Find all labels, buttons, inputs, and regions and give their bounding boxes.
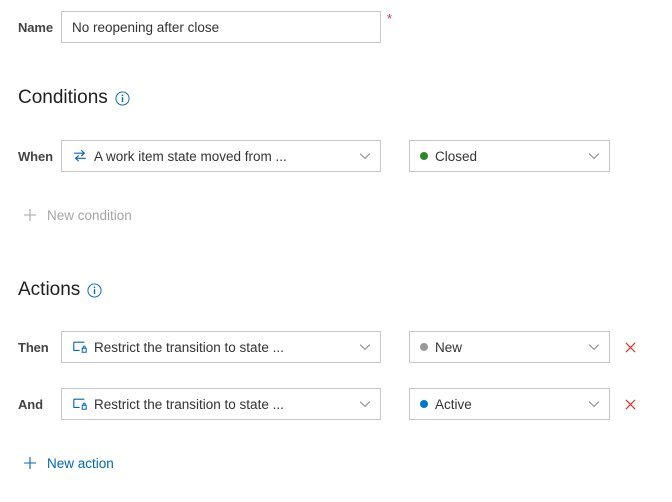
- condition-rule-dropdown[interactable]: A work item state moved from ...: [61, 140, 381, 172]
- state-dot: [420, 152, 428, 160]
- action-row-label: And: [18, 396, 43, 412]
- chevron-down-icon: [358, 340, 372, 354]
- chevron-down-icon: [358, 397, 372, 411]
- condition-value-text: Closed: [435, 148, 478, 164]
- action-row-label: Then: [18, 339, 49, 355]
- info-icon[interactable]: [87, 282, 102, 298]
- required-asterisk: *: [387, 11, 393, 26]
- actions-heading-text: Actions: [18, 279, 81, 300]
- chevron-down-icon: [587, 340, 601, 354]
- action-rule-dropdown[interactable]: Restrict the transition to state ...: [61, 331, 381, 363]
- action-row: Then Restrict the transition to state ..…: [0, 331, 640, 363]
- delete-action-button[interactable]: [620, 337, 640, 357]
- chevron-down-icon: [587, 149, 601, 163]
- action-value-text: New: [435, 339, 463, 355]
- actions-section-heading: Actions: [18, 279, 102, 301]
- chevron-down-icon: [358, 149, 372, 163]
- new-condition-label: New condition: [47, 207, 132, 223]
- action-value-dropdown[interactable]: New: [409, 331, 610, 363]
- restrict-transition-icon: [72, 339, 88, 355]
- action-rule-dropdown[interactable]: Restrict the transition to state ...: [61, 388, 381, 420]
- action-row: And Restrict the transition to state ...…: [0, 388, 640, 420]
- state-dot: [420, 400, 428, 408]
- condition-row: When A work item state moved from ... Cl…: [0, 140, 610, 172]
- chevron-down-icon: [587, 397, 601, 411]
- new-action-button[interactable]: New action: [22, 455, 114, 471]
- name-input[interactable]: [61, 11, 381, 43]
- new-condition-button[interactable]: New condition: [22, 207, 132, 223]
- condition-row-label: When: [18, 148, 53, 164]
- action-value-dropdown[interactable]: Active: [409, 388, 610, 420]
- new-action-label: New action: [47, 455, 114, 471]
- condition-rule-text: A work item state moved from ...: [94, 148, 287, 164]
- restrict-transition-icon: [72, 396, 88, 412]
- plus-icon: [22, 207, 38, 223]
- conditions-heading-text: Conditions: [18, 87, 108, 108]
- conditions-section-heading: Conditions: [18, 87, 130, 109]
- action-rule-text: Restrict the transition to state ...: [94, 396, 284, 412]
- close-icon: [625, 399, 635, 409]
- state-dot: [420, 343, 428, 351]
- info-icon[interactable]: [115, 90, 130, 106]
- action-value-text: Active: [435, 396, 472, 412]
- transition-arrows-icon: [72, 148, 88, 164]
- close-icon: [625, 342, 635, 352]
- plus-icon: [22, 455, 38, 471]
- name-field-row: Name *: [0, 11, 392, 43]
- action-rule-text: Restrict the transition to state ...: [94, 339, 284, 355]
- name-field-label: Name: [18, 19, 54, 35]
- condition-value-dropdown[interactable]: Closed: [409, 140, 610, 172]
- delete-action-button[interactable]: [620, 394, 640, 414]
